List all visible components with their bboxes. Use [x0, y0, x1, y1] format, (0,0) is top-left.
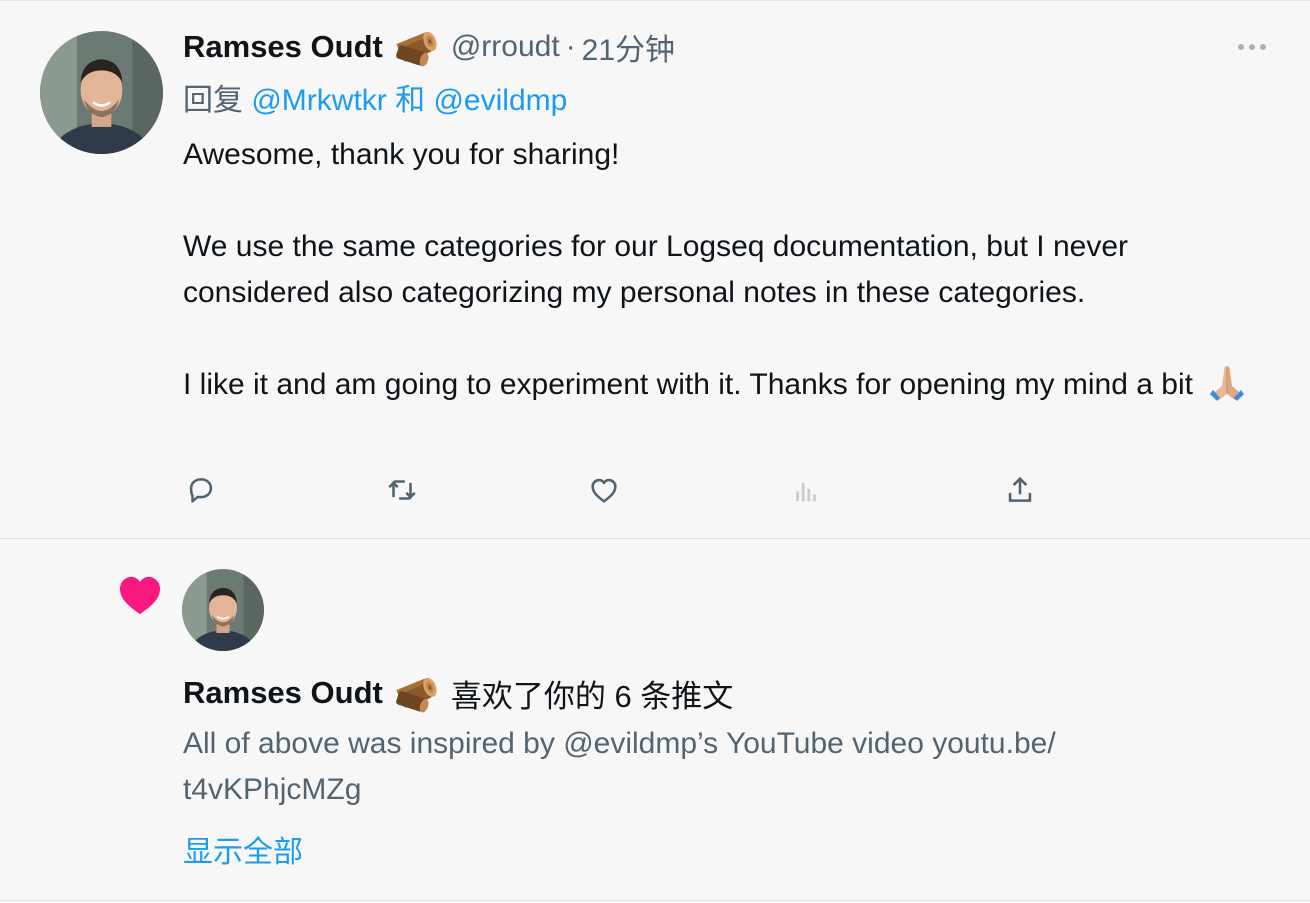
author-handle[interactable]: @rroudt — [451, 30, 560, 64]
avatar[interactable] — [182, 569, 264, 651]
separator-dot: · — [565, 30, 576, 63]
show-all-link[interactable]: 显示全部 — [183, 827, 303, 871]
heart-icon — [117, 574, 163, 616]
analytics-icon[interactable] — [787, 471, 825, 509]
folded-hands-emoji — [1205, 362, 1249, 402]
mention-link[interactable]: @evildmp — [433, 84, 567, 117]
tweet-paragraph: We use the same categories for our Logse… — [183, 230, 1128, 309]
tweet-paragraph: I like it and am going to experiment wit… — [183, 362, 1273, 408]
wood-log-emoji — [393, 27, 439, 67]
like-icon[interactable] — [585, 471, 623, 509]
reply-icon[interactable] — [182, 471, 220, 509]
preview-line-1: All of above was inspired by @evildmp’s … — [183, 727, 1056, 760]
notification-preview-text[interactable]: All of above was inspired by @evildmp’s … — [183, 721, 1183, 813]
avatar-image — [40, 31, 163, 154]
author-name[interactable]: Ramses Oudt — [183, 29, 383, 65]
avatar[interactable] — [40, 31, 163, 154]
tweet-header: Ramses Oudt @rroudt · 21分钟 — [183, 23, 675, 71]
tweet-paragraph-text: I like it and am going to experiment wit… — [183, 368, 1193, 401]
mention-link[interactable]: @Mrkwtkr — [251, 84, 386, 117]
tweet[interactable]: Ramses Oudt @rroudt · 21分钟 回复 @Mrkwtkr 和… — [0, 1, 1310, 539]
share-icon[interactable] — [1001, 471, 1039, 509]
more-options-icon[interactable] — [1230, 31, 1274, 63]
tweet-paragraph: Awesome, thank you for sharing! — [183, 138, 620, 171]
notification-header: Ramses Oudt 喜欢了你的 6 条推文 — [183, 669, 733, 717]
tweet-actions — [0, 471, 1310, 511]
reply-joiner: 和 — [395, 84, 426, 117]
tweet-text: Awesome, thank you for sharing! We use t… — [183, 132, 1273, 408]
reply-context: 回复 @Mrkwtkr 和 @evildmp — [183, 75, 567, 119]
notification-description: 喜欢了你的 6 条推文 — [450, 678, 734, 714]
author-name[interactable]: Ramses Oudt — [183, 675, 383, 711]
notification-feed: Ramses Oudt @rroudt · 21分钟 回复 @Mrkwtkr 和… — [0, 0, 1310, 903]
retweet-icon[interactable] — [383, 471, 421, 509]
preview-line-2: t4vKPhjcMZg — [183, 773, 362, 806]
avatar-image — [182, 569, 264, 651]
reply-prefix: 回复 — [183, 84, 243, 117]
tweet-timestamp[interactable]: 21分钟 — [582, 25, 675, 69]
wood-log-emoji — [393, 673, 439, 713]
divider — [0, 900, 1310, 901]
